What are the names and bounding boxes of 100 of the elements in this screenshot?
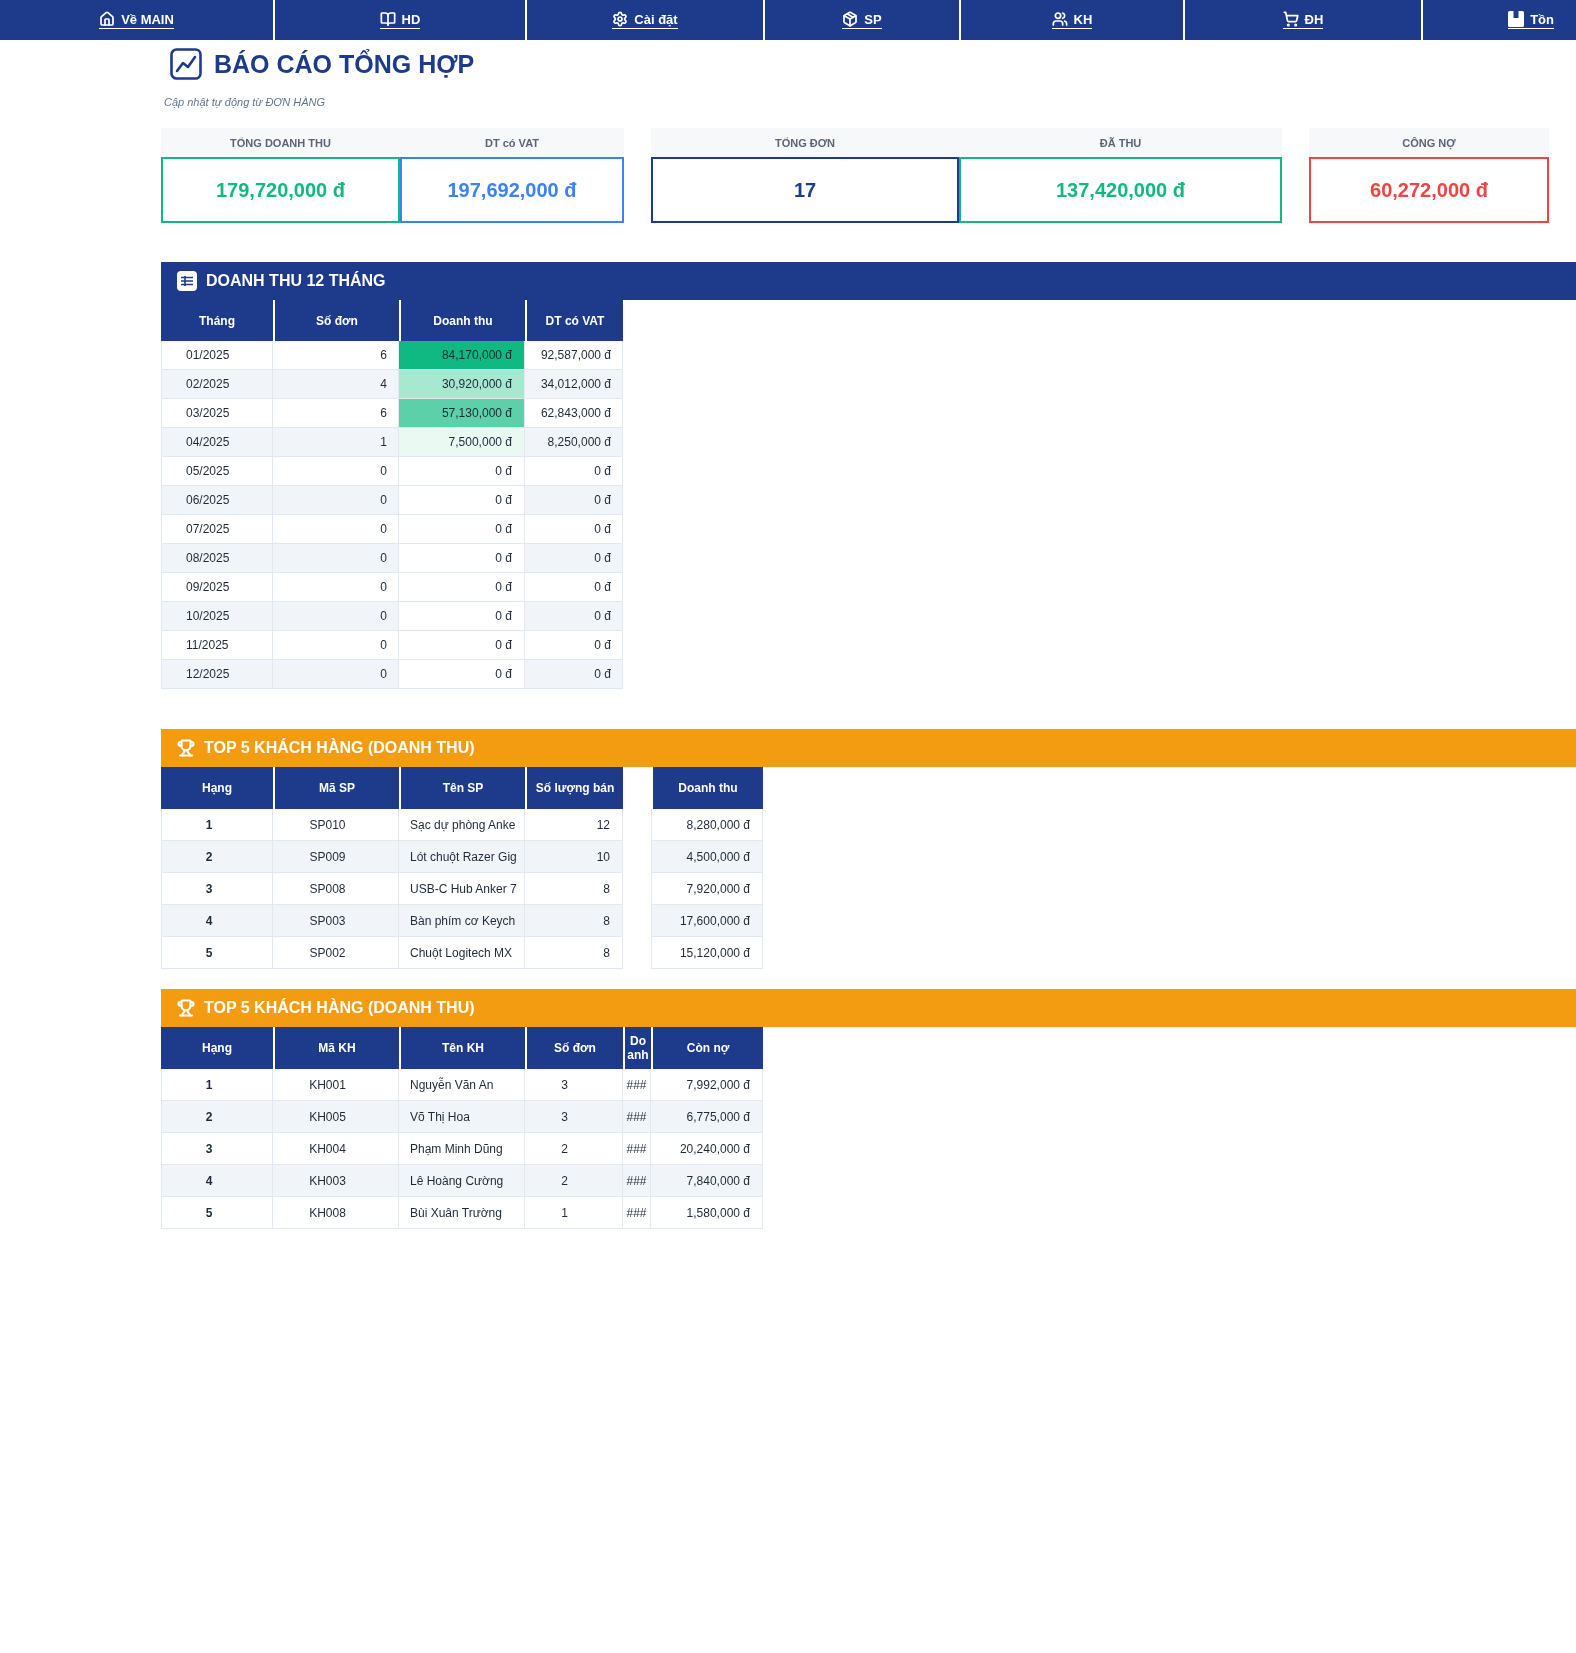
column-header: Doanh thu [399,300,525,341]
table-cell: USB-C Hub Anker 7 [399,873,525,905]
table-cell: 15,120,000 đ [651,937,763,969]
column-header: Tên SP [399,767,525,809]
nav-link[interactable]: HD [379,11,421,29]
table-cell: 0 [273,573,399,602]
column-header: Số đơn [525,1027,623,1069]
table-cell: 10/2025 [161,602,273,631]
table-cell: 0 [273,486,399,515]
table-cell: Phạm Minh Dũng [399,1133,525,1165]
table-cell: 02/2025 [161,370,273,399]
table-cell: 2 [525,1133,623,1165]
trophy-icon [177,739,195,757]
table-cell: 0 [273,660,399,689]
table-cell: 0 đ [525,486,623,515]
nav-link[interactable]: Cài đặt [612,11,678,29]
table-cell: 0 [273,631,399,660]
table-cell: SP003 [273,905,399,937]
table-cell: 03/2025 [161,399,273,428]
column-header: Mã KH [273,1027,399,1069]
section-title: DOANH THU 12 THÁNG [206,272,386,290]
table-cell: 0 [273,602,399,631]
kpi-value: 197,692,000 đ [400,157,624,223]
table-cell: 0 [273,544,399,573]
nav-link[interactable]: KH [1051,11,1093,29]
table-cell: 6 [273,341,399,370]
house-icon [99,11,116,27]
nav-link[interactable]: SP [842,11,882,29]
table-cell: 17,600,000 đ [651,905,763,937]
table-cell: 12 [525,809,623,841]
table-cell: 0 đ [399,660,525,689]
table-cell: 0 đ [525,457,623,486]
kpi-label: DT có VAT [400,128,624,157]
table-cell: 12/2025 [161,660,273,689]
table-cell: 8 [525,905,623,937]
table-cell: 0 [273,515,399,544]
table-cell: 0 đ [525,515,623,544]
section-title: TOP 5 KHÁCH HÀNG (DOANH THU) [204,739,475,757]
table-cell: 4,500,000 đ [651,841,763,873]
nav-link[interactable]: ĐH [1282,11,1324,29]
table-cell: SP009 [273,841,399,873]
table-cell: 0 đ [525,602,623,631]
table-cell: 0 đ [399,573,525,602]
table-cell: 11/2025 [161,631,273,660]
table-cell: 7,920,000 đ [651,873,763,905]
table-cell: 7,840,000 đ [651,1165,763,1197]
table-cell: 3 [525,1101,623,1133]
table-cell: 1 [273,428,399,457]
cart-icon [1282,11,1299,27]
table-cell: 0 đ [399,457,525,486]
section-title: TOP 5 KHÁCH HÀNG (DOANH THU) [204,999,475,1017]
table-cell: 84,170,000 đ [399,341,525,370]
table-cell: ### [623,1165,651,1197]
table-cell: 01/2025 [161,341,273,370]
cube-icon [842,11,859,27]
table-cell: 8 [525,937,623,969]
table-cell: Sạc dự phòng Anke [399,809,525,841]
table-cell: 6,775,000 đ [651,1101,763,1133]
column-header: Số đơn [273,300,399,341]
table-cell: 07/2025 [161,515,273,544]
table-cell: KH003 [273,1165,399,1197]
table-icon [177,271,197,291]
people-icon [1051,11,1068,27]
kpi-label: CÔNG NỢ [1309,128,1549,157]
table-cell: 7,992,000 đ [651,1069,763,1101]
column-header: Tên KH [399,1027,525,1069]
table-cell: SP010 [273,809,399,841]
column-header: Hạng [161,1027,273,1069]
table-cell: KH004 [273,1133,399,1165]
table-cell: 0 đ [399,486,525,515]
table-cell: 0 đ [525,573,623,602]
table-cell: 0 đ [525,544,623,573]
line-chart-icon [170,48,202,80]
column-header: DT có VAT [525,300,623,341]
table-cell: 0 đ [525,631,623,660]
nav-link[interactable]: Về MAIN [99,11,174,29]
nav-link[interactable]: Tồn [1508,11,1554,29]
table-cell: Võ Thị Hoa [399,1101,525,1133]
box-icon [1508,11,1525,27]
table-cell: ### [623,1101,651,1133]
table-cell: 08/2025 [161,544,273,573]
kpi-label: ĐÃ THU [959,128,1282,157]
table-cell: 1,580,000 đ [651,1197,763,1229]
book-icon [379,11,396,27]
table-cell: 0 đ [399,631,525,660]
table-cell: 3 [161,1133,273,1165]
table-cell: 20,240,000 đ [651,1133,763,1165]
table-cell: Bàn phím cơ Keych [399,905,525,937]
table-cell: ### [623,1069,651,1101]
table-cell: ### [623,1133,651,1165]
kpi-value: 17 [651,157,959,223]
page-title: BÁO CÁO TỔNG HỢP [214,49,475,79]
table-cell: KH001 [273,1069,399,1101]
gear-icon [612,11,629,27]
table-cell: 2 [525,1165,623,1197]
column-header: Do anh [623,1027,651,1069]
table-cell: SP002 [273,937,399,969]
table-cell: 8,250,000 đ [525,428,623,457]
kpi-value: 137,420,000 đ [959,157,1282,223]
table-cell: 1 [525,1197,623,1229]
